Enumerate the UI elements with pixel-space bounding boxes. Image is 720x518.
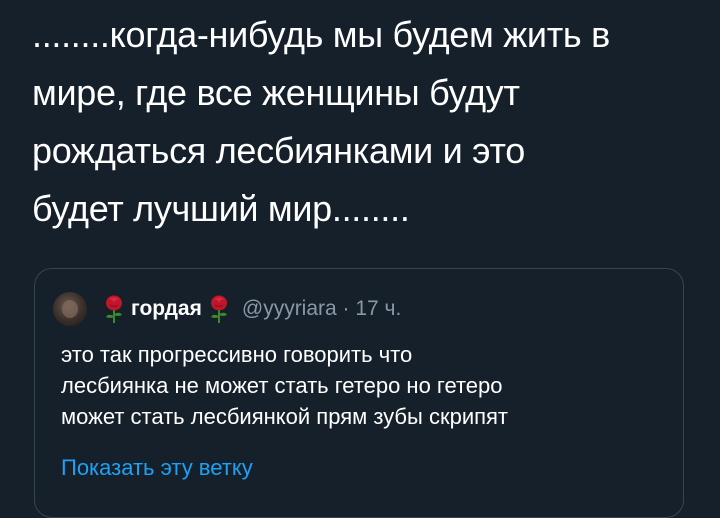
- quoted-tweet-text: это так прогрессивно говорить что лесбия…: [61, 342, 509, 429]
- avatar[interactable]: [53, 292, 87, 326]
- rose-icon: [210, 295, 227, 323]
- rose-icon: [106, 295, 122, 323]
- quoted-tweet-card[interactable]: гордая @yyyriara · 17 ч. это так прогрес…: [34, 268, 684, 518]
- show-thread-link[interactable]: Показать эту ветку: [61, 455, 253, 481]
- quoted-tweet-header: гордая @yyyriara · 17 ч.: [53, 291, 401, 327]
- display-name[interactable]: гордая: [131, 297, 202, 321]
- tweet-text: ........когда-нибудь мы будем жить в мир…: [32, 14, 610, 229]
- handle-and-timestamp: @yyyriara · 17 ч.: [241, 297, 402, 320]
